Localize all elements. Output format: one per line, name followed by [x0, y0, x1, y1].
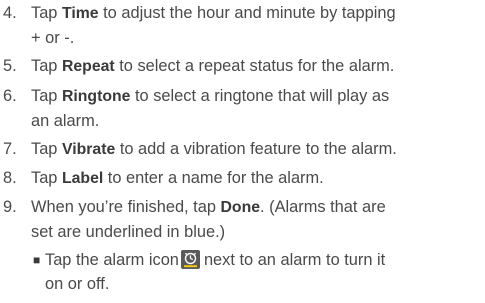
step-text-pre: Tap	[31, 169, 62, 188]
step-text-pre: Tap	[31, 139, 62, 158]
sub-bullet: ■ Tap the alarm icon next to an alarm to…	[0, 248, 479, 296]
instruction-list: 4. Tap Time to adjust the hour and minut…	[0, 0, 485, 303]
step-keyword: Repeat	[61, 58, 115, 76]
step-text-pre: Tap	[31, 4, 62, 22]
alarm-clock-icon	[180, 250, 200, 270]
step-keyword: Done	[220, 199, 261, 217]
step-number: 9.	[3, 198, 17, 217]
step-number: 5.	[3, 57, 17, 76]
step-number: 7.	[3, 139, 17, 158]
bullet-marker: ■	[33, 253, 41, 268]
step-done: 9. When you’re finished, tap Done. (Alar…	[0, 195, 485, 296]
step-keyword: Label	[61, 170, 104, 188]
step-keyword: Vibrate	[61, 140, 116, 158]
step-text-pre: When you’re finished, tap	[31, 198, 221, 217]
step-keyword: Time	[61, 5, 99, 22]
step-vibrate: 7. Tap Vibrate to add a vibration featur…	[0, 137, 485, 162]
step-text-pre: Tap	[31, 86, 62, 105]
step-time: 4. Tap Time to adjust the hour and minut…	[0, 1, 485, 50]
step-text-post: to select a repeat status for the alarm.	[114, 57, 395, 76]
step-text-post: to add a vibration feature to the alarm.	[115, 139, 397, 158]
step-label: 8. Tap Label to enter a name for the ala…	[0, 166, 485, 191]
step-number: 8.	[3, 169, 17, 188]
step-number: 6.	[3, 86, 17, 105]
sub-bullet-text-pre: Tap the alarm icon	[45, 251, 179, 270]
step-keyword: Ringtone	[61, 87, 131, 105]
step-text-post: to enter a name for the alarm.	[103, 169, 324, 188]
step-text-pre: Tap	[31, 57, 62, 76]
step-ringtone: 6. Tap Ringtone to select a ringtone tha…	[0, 84, 485, 133]
step-repeat: 5. Tap Repeat to select a repeat status …	[0, 54, 485, 79]
step-number: 4.	[3, 4, 17, 22]
